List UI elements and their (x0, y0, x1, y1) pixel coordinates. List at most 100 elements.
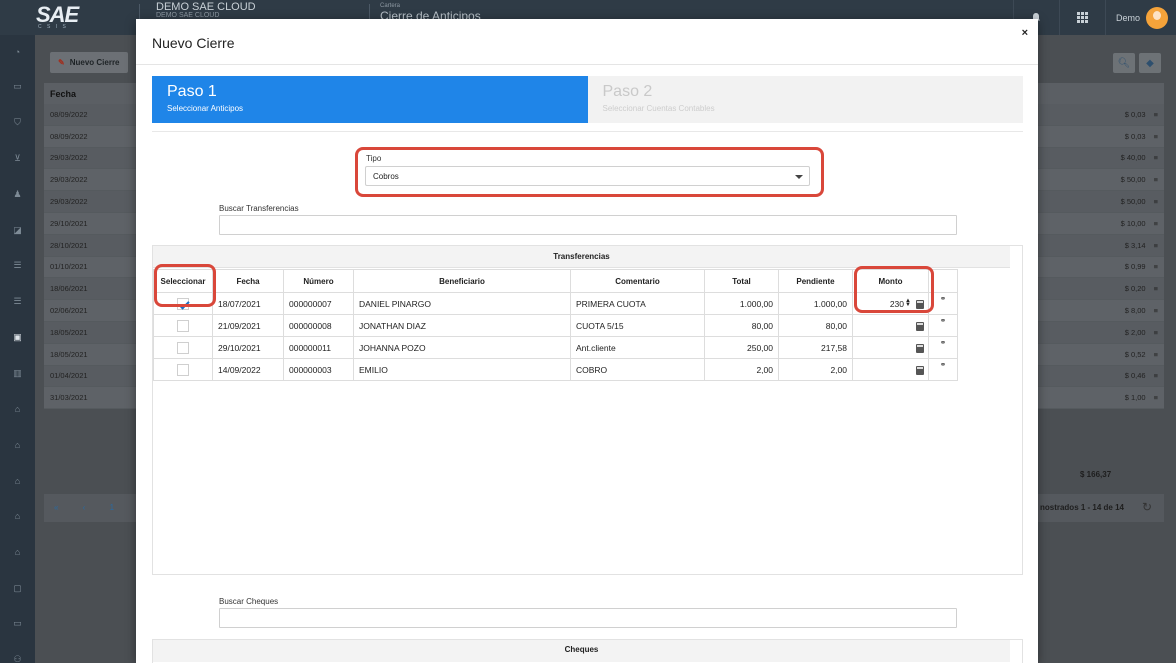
dashboard-icon[interactable]: ◔ (0, 35, 35, 69)
step-1[interactable]: Paso 1 Seleccionar Anticipos (152, 76, 588, 123)
cell-comment: CUOTA 5/15 (570, 314, 705, 337)
cell-beneficiary: JONATHAN DIAZ (353, 314, 571, 337)
amount-input[interactable] (852, 336, 929, 359)
row-menu-icon[interactable]: ≡ (1154, 371, 1158, 380)
row-menu-icon[interactable]: ≡ (1154, 175, 1158, 184)
apps-grid-icon[interactable] (1058, 0, 1105, 35)
select-checkbox[interactable] (177, 363, 189, 376)
select-checkbox[interactable] (177, 297, 189, 310)
inbox-icon[interactable]: ▭ (0, 69, 35, 105)
cell-number: 000000011 (283, 336, 354, 359)
amount-input[interactable] (852, 358, 929, 381)
user-menu[interactable]: Demo (1104, 0, 1176, 35)
calculator-icon[interactable] (916, 322, 924, 331)
row-menu-icon[interactable]: ≡ (1154, 110, 1158, 119)
cell-beneficiary: EMILIO (353, 358, 571, 381)
shield-icon[interactable]: ⛉ (0, 105, 35, 141)
cell-beneficiary: JOHANNA POZO (353, 336, 571, 359)
action-cell: ⚭ (928, 336, 958, 359)
row-amount-group: $ 0,52 ≡ (1125, 350, 1158, 359)
link-icon[interactable]: ⚭ (940, 294, 947, 303)
row-menu-icon[interactable]: ≡ (1154, 306, 1158, 315)
table-row: 14/09/2022 000000003 EMILIO COBRO 2,00 2,00 ⚭ (153, 358, 958, 381)
step-2[interactable]: Paso 2 Seleccionar Cuentas Contables (587, 76, 1023, 123)
cell-number: 000000008 (283, 314, 354, 337)
sidebar: ◔ ▭ ⛉ ⊻ ♟ ◪ ☰ ☰ ▣ ▥ ⌂ ⌂ ⌂ ⌂ ⌂ ▢ ▭ ⚇ (0, 35, 35, 663)
row-menu-icon[interactable]: ≡ (1154, 262, 1158, 271)
column-header-pending: Pendiente (778, 269, 853, 293)
cell-total: 80,00 (704, 314, 779, 337)
row-menu-icon[interactable]: ≡ (1154, 132, 1158, 141)
calculator-icon[interactable] (916, 344, 924, 353)
cell-comment: Ant.cliente (570, 336, 705, 359)
search-checks-input[interactable] (219, 608, 957, 628)
graduation-icon[interactable]: ⌂ (0, 391, 35, 427)
divider (152, 131, 1023, 132)
tipo-select[interactable]: Cobros (365, 166, 810, 186)
link-icon[interactable]: ⚭ (940, 338, 947, 347)
list-icon[interactable]: ☰ (0, 248, 35, 284)
row-amount-group: $ 40,00 ≡ (1121, 153, 1158, 162)
row-menu-icon[interactable]: ≡ (1154, 153, 1158, 162)
row-amount: $ 2,00 (1124, 327, 1146, 337)
row-date: 29/03/2022 (50, 197, 88, 207)
users-icon[interactable]: ⚇ (0, 642, 35, 663)
bank-icon[interactable]: ⌂ (0, 534, 35, 570)
row-menu-icon[interactable]: ≡ (1154, 393, 1158, 402)
monitor-icon[interactable]: ▭ (0, 606, 35, 642)
table-row: 29/10/2021 000000011 JOHANNA POZO Ant.clien… (153, 336, 958, 359)
select-checkbox[interactable] (177, 341, 189, 354)
refresh-icon[interactable]: ↻ (1142, 500, 1152, 514)
graduation-icon[interactable]: ⌂ (0, 499, 35, 535)
table-row: 21/09/2021 000000008 JONATHAN DIAZ CUOTA 5/… (153, 314, 958, 337)
cell-total: 1.000,00 (704, 292, 779, 315)
cart-icon[interactable]: ⊻ (0, 141, 35, 177)
row-amount-group: $ 2,00 ≡ (1125, 328, 1158, 337)
spinner-icon[interactable]: ▲ ▼ (905, 298, 911, 308)
briefcase-icon[interactable]: ▣ (0, 320, 35, 356)
eraser-icon[interactable]: ◆ (1139, 53, 1161, 73)
row-menu-icon[interactable]: ≡ (1154, 284, 1158, 293)
list-icon[interactable]: ☰ (0, 284, 35, 320)
step-description: Seleccionar Cuentas Contables (602, 104, 715, 113)
row-date: 08/09/2022 (50, 131, 88, 141)
close-button[interactable]: × (1022, 27, 1028, 39)
select-checkbox[interactable] (177, 319, 189, 332)
row-menu-icon[interactable]: ≡ (1154, 350, 1158, 359)
step-title: Paso 1 (167, 83, 217, 100)
select-cell (153, 314, 213, 337)
row-date: 18/06/2021 (50, 284, 88, 294)
building-icon[interactable]: ▥ (0, 355, 35, 391)
cell-date: 29/10/2021 (212, 336, 284, 359)
column-header-number: Número (283, 269, 354, 293)
transfers-table: Seleccionar Fecha Número Beneficiario Co… (153, 269, 958, 381)
row-amount: $ 0,52 (1124, 349, 1146, 359)
graduation-icon[interactable]: ⌂ (0, 463, 35, 499)
cell-date: 18/07/2021 (212, 292, 284, 315)
column-header-total: Total (704, 269, 779, 293)
calculator-icon[interactable] (916, 300, 924, 309)
amount-value: 230 (889, 299, 904, 309)
amount-input[interactable]: 230 ▲ ▼ (852, 292, 929, 315)
person-icon[interactable]: ♟ (0, 176, 35, 212)
modal-title: Nuevo Cierre (152, 35, 235, 51)
column-header-beneficiary: Beneficiario (353, 269, 571, 293)
link-icon[interactable]: ⚭ (940, 316, 947, 325)
row-menu-icon[interactable]: ≡ (1154, 328, 1158, 337)
tag-icon[interactable]: ◪ (0, 212, 35, 248)
new-closing-button[interactable]: ✎ Nuevo Cierre (50, 52, 128, 73)
row-menu-icon[interactable]: ≡ (1154, 241, 1158, 250)
row-menu-icon[interactable]: ≡ (1154, 197, 1158, 206)
new-closing-label: Nuevo Cierre (69, 58, 120, 67)
row-menu-icon[interactable]: ≡ (1154, 219, 1158, 228)
row-amount: $ 0,03 (1124, 109, 1146, 119)
calculator-icon[interactable] (916, 366, 924, 375)
app-logo[interactable]: SAE C S I S (36, 2, 92, 30)
search-icon[interactable]: 🔍︎ (1113, 53, 1135, 73)
amount-input[interactable] (852, 314, 929, 337)
company-selector[interactable]: DEMO SAE CLOUD DEMO SAE CLOUD (156, 1, 256, 19)
link-icon[interactable]: ⚭ (940, 360, 947, 369)
graduation-icon[interactable]: ⌂ (0, 427, 35, 463)
folder-icon[interactable]: ▢ (0, 570, 35, 606)
search-transfers-input[interactable] (219, 215, 957, 235)
